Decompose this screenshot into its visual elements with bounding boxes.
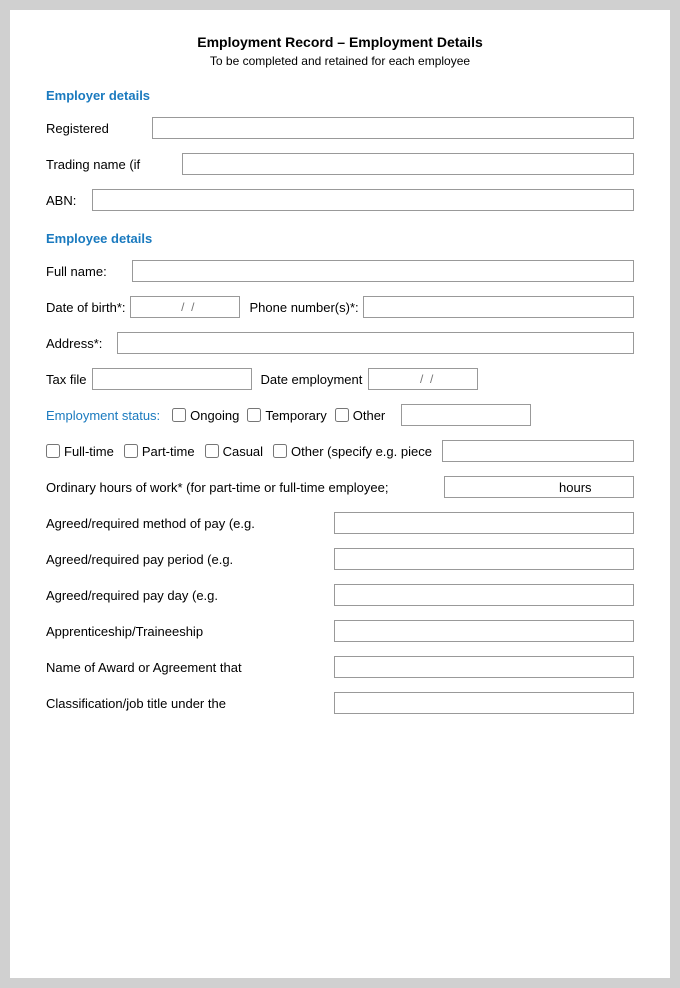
- address-row: Address*:: [46, 332, 634, 354]
- taxfile-row: Tax file Date employment: [46, 368, 634, 390]
- taxfile-label: Tax file: [46, 372, 86, 387]
- fullname-input[interactable]: [132, 260, 634, 282]
- taxfile-input[interactable]: [92, 368, 252, 390]
- phone-label: Phone number(s)*:: [250, 300, 359, 315]
- phone-group: Phone number(s)*:: [250, 296, 635, 318]
- payday-label: Agreed/required pay day (e.g.: [46, 588, 324, 603]
- empstatus-row: Employment status: Ongoing Temporary Oth…: [46, 404, 634, 426]
- paymethod-input[interactable]: [334, 512, 634, 534]
- other-status-checkbox[interactable]: [335, 408, 349, 422]
- classification-label: Classification/job title under the: [46, 696, 324, 711]
- casual-checkbox[interactable]: [205, 444, 219, 458]
- payperiod-label: Agreed/required pay period (e.g.: [46, 552, 324, 567]
- hours-input-wrap: hours: [444, 476, 634, 498]
- apprenticeship-row: Apprenticeship/Traineeship: [46, 620, 634, 642]
- casual-label: Casual: [223, 444, 263, 459]
- apprenticeship-label: Apprenticeship/Traineeship: [46, 624, 324, 639]
- classification-input[interactable]: [334, 692, 634, 714]
- dob-label: Date of birth*:: [46, 300, 126, 315]
- address-input[interactable]: [117, 332, 634, 354]
- page-title: Employment Record – Employment Details: [46, 34, 634, 50]
- otherwork-checkbox-group: Other (specify e.g. piece: [273, 444, 432, 459]
- worktype-row: Full-time Part-time Casual Other (specif…: [46, 440, 634, 462]
- employee-heading: Employee details: [46, 231, 634, 246]
- payday-row: Agreed/required pay day (e.g.: [46, 584, 634, 606]
- registered-row: Registered: [46, 117, 634, 139]
- classification-row: Classification/job title under the: [46, 692, 634, 714]
- employer-section: Employer details Registered Trading name…: [46, 88, 634, 211]
- registered-input[interactable]: [152, 117, 634, 139]
- paymethod-label: Agreed/required method of pay (e.g.: [46, 516, 324, 531]
- hours-label: Ordinary hours of work* (for part-time o…: [46, 480, 444, 495]
- dob-row: Date of birth*: Phone number(s)*:: [46, 296, 634, 318]
- page-subtitle: To be completed and retained for each em…: [46, 54, 634, 68]
- fullname-row: Full name:: [46, 260, 634, 282]
- abn-label: ABN:: [46, 193, 86, 208]
- employer-heading: Employer details: [46, 88, 634, 103]
- status-other-input[interactable]: [401, 404, 531, 426]
- dateemployment-input[interactable]: [368, 368, 478, 390]
- hours-row: Ordinary hours of work* (for part-time o…: [46, 476, 634, 498]
- award-row: Name of Award or Agreement that: [46, 656, 634, 678]
- other-status-label: Other: [353, 408, 386, 423]
- fulltime-checkbox[interactable]: [46, 444, 60, 458]
- parttime-checkbox[interactable]: [124, 444, 138, 458]
- payday-input[interactable]: [334, 584, 634, 606]
- hours-input[interactable]: [445, 477, 555, 497]
- fulltime-checkbox-group: Full-time: [46, 444, 114, 459]
- page-container: Employment Record – Employment Details T…: [10, 10, 670, 978]
- trading-label: Trading name (if: [46, 157, 176, 172]
- casual-checkbox-group: Casual: [205, 444, 263, 459]
- fulltime-label: Full-time: [64, 444, 114, 459]
- otherwork-label: Other (specify e.g. piece: [291, 444, 432, 459]
- dateemployment-label: Date employment: [260, 372, 362, 387]
- payperiod-input[interactable]: [334, 548, 634, 570]
- temporary-checkbox[interactable]: [247, 408, 261, 422]
- dob-group: Date of birth*:: [46, 296, 240, 318]
- parttime-checkbox-group: Part-time: [124, 444, 195, 459]
- ongoing-label: Ongoing: [190, 408, 239, 423]
- parttime-label: Part-time: [142, 444, 195, 459]
- trading-input[interactable]: [182, 153, 634, 175]
- award-input[interactable]: [334, 656, 634, 678]
- otherwork-checkbox[interactable]: [273, 444, 287, 458]
- other-status-checkbox-group: Other: [335, 408, 386, 423]
- ongoing-checkbox[interactable]: [172, 408, 186, 422]
- employee-section: Employee details Full name: Date of birt…: [46, 231, 634, 714]
- abn-row: ABN:: [46, 189, 634, 211]
- phone-input[interactable]: [363, 296, 634, 318]
- temporary-checkbox-group: Temporary: [247, 408, 326, 423]
- hours-suffix: hours: [555, 480, 598, 495]
- registered-label: Registered: [46, 121, 146, 136]
- address-label: Address*:: [46, 336, 111, 351]
- worktype-other-input[interactable]: [442, 440, 634, 462]
- ongoing-checkbox-group: Ongoing: [172, 408, 239, 423]
- paymethod-row: Agreed/required method of pay (e.g.: [46, 512, 634, 534]
- abn-input[interactable]: [92, 189, 634, 211]
- dob-input[interactable]: [130, 296, 240, 318]
- award-label: Name of Award or Agreement that: [46, 660, 324, 675]
- payperiod-row: Agreed/required pay period (e.g.: [46, 548, 634, 570]
- temporary-label: Temporary: [265, 408, 326, 423]
- dateemployment-group: Date employment: [260, 368, 634, 390]
- fullname-label: Full name:: [46, 264, 126, 279]
- trading-row: Trading name (if: [46, 153, 634, 175]
- empstatus-label: Employment status:: [46, 408, 160, 423]
- apprenticeship-input[interactable]: [334, 620, 634, 642]
- taxfile-group: Tax file: [46, 368, 252, 390]
